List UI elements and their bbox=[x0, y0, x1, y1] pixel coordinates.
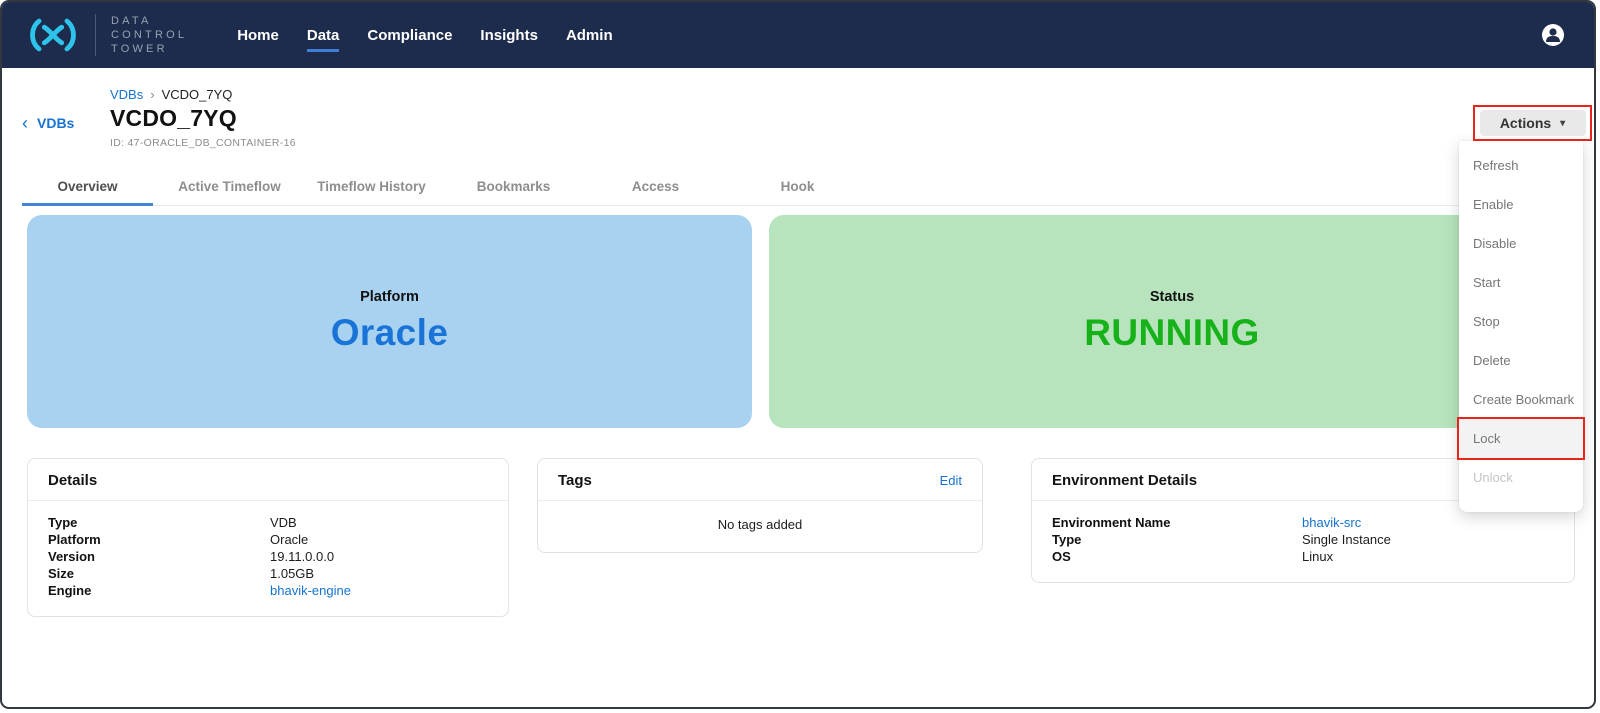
menu-item-lock[interactable]: Lock bbox=[1459, 419, 1583, 458]
platform-value: Oracle bbox=[331, 312, 449, 354]
menu-item-stop[interactable]: Stop bbox=[1459, 302, 1583, 341]
actions-button[interactable]: Actions ▾ bbox=[1480, 110, 1586, 136]
nav-item-compliance[interactable]: Compliance bbox=[367, 19, 452, 52]
page-header: ‹ VDBs VDBs › VCDO_7YQ VCDO_7YQ ID: 47-O… bbox=[2, 68, 1594, 173]
back-link-label: VDBs bbox=[37, 115, 74, 131]
brand-logo[interactable]: DATA CONTROL TOWER bbox=[26, 14, 187, 56]
status-value: RUNNING bbox=[1084, 312, 1259, 354]
menu-item-disable[interactable]: Disable bbox=[1459, 224, 1583, 263]
tab-active-timeflow[interactable]: Active Timeflow bbox=[164, 173, 295, 205]
breadcrumb-vdbs-link[interactable]: VDBs bbox=[110, 87, 143, 102]
entity-id: ID: 47-ORACLE_DB_CONTAINER-16 bbox=[110, 137, 296, 149]
tags-card: Tags Edit No tags added bbox=[537, 458, 983, 553]
tags-edit-link[interactable]: Edit bbox=[940, 473, 962, 488]
platform-card: Platform Oracle bbox=[27, 215, 752, 428]
details-row-platform: Platform Oracle bbox=[48, 531, 488, 548]
engine-link[interactable]: bhavik-engine bbox=[270, 582, 351, 599]
primary-nav: Home Data Compliance Insights Admin bbox=[237, 19, 612, 52]
menu-item-unlock[interactable]: Unlock bbox=[1459, 458, 1583, 497]
page-title: VCDO_7YQ bbox=[110, 105, 296, 132]
account-icon[interactable] bbox=[1540, 22, 1566, 48]
menu-item-enable[interactable]: Enable bbox=[1459, 185, 1583, 224]
actions-menu: Refresh Enable Disable Start Stop Delete… bbox=[1459, 141, 1583, 512]
menu-item-delete[interactable]: Delete bbox=[1459, 341, 1583, 380]
breadcrumb: VDBs › VCDO_7YQ bbox=[110, 87, 296, 102]
environment-row-type: Type Single Instance bbox=[1052, 531, 1554, 548]
details-row-version: Version 19.11.0.0.0 bbox=[48, 548, 488, 565]
brand-line: DATA bbox=[111, 14, 187, 28]
details-row-engine: Engine bhavik-engine bbox=[48, 582, 488, 599]
brand-divider bbox=[95, 14, 96, 56]
details-row-type: Type VDB bbox=[48, 514, 488, 531]
chevron-right-icon: › bbox=[150, 87, 154, 102]
nav-item-home[interactable]: Home bbox=[237, 19, 279, 52]
annotation-box-actions: Actions ▾ bbox=[1473, 105, 1592, 141]
chevron-down-icon: ▾ bbox=[1560, 118, 1565, 129]
environment-card-title: Environment Details bbox=[1052, 472, 1197, 489]
environment-name-link[interactable]: bhavik-src bbox=[1302, 514, 1361, 531]
tags-empty-text: No tags added bbox=[538, 501, 982, 552]
top-navbar: DATA CONTROL TOWER Home Data Compliance … bbox=[2, 2, 1594, 68]
details-card-title: Details bbox=[48, 472, 97, 489]
menu-item-create-bookmark[interactable]: Create Bookmark bbox=[1459, 380, 1583, 419]
status-card: Status RUNNING bbox=[769, 215, 1575, 428]
breadcrumb-current: VCDO_7YQ bbox=[162, 87, 233, 102]
tags-card-title: Tags bbox=[558, 472, 592, 489]
delphix-logo-icon bbox=[26, 14, 80, 56]
tab-bookmarks[interactable]: Bookmarks bbox=[448, 173, 579, 205]
environment-row-name: Environment Name bhavik-src bbox=[1052, 514, 1554, 531]
tab-access[interactable]: Access bbox=[590, 173, 721, 205]
nav-item-insights[interactable]: Insights bbox=[480, 19, 538, 52]
brand-line: CONTROL bbox=[111, 28, 187, 42]
back-to-vdbs-link[interactable]: ‹ VDBs bbox=[22, 115, 74, 131]
brand-line: TOWER bbox=[111, 42, 187, 56]
environment-row-os: OS Linux bbox=[1052, 548, 1554, 565]
menu-item-refresh[interactable]: Refresh bbox=[1459, 146, 1583, 185]
status-label: Status bbox=[1150, 289, 1194, 305]
tab-timeflow-history[interactable]: Timeflow History bbox=[306, 173, 437, 205]
chevron-left-icon: ‹ bbox=[22, 116, 28, 130]
brand-wordmark: DATA CONTROL TOWER bbox=[111, 14, 187, 56]
menu-item-start[interactable]: Start bbox=[1459, 263, 1583, 302]
details-card: Details Type VDB Platform Oracle Version… bbox=[27, 458, 509, 617]
tab-overview[interactable]: Overview bbox=[22, 173, 153, 206]
tab-hook[interactable]: Hook bbox=[732, 173, 863, 205]
actions-button-label: Actions bbox=[1500, 115, 1551, 131]
nav-item-admin[interactable]: Admin bbox=[566, 19, 613, 52]
app-window: DATA CONTROL TOWER Home Data Compliance … bbox=[0, 0, 1596, 709]
details-row-size: Size 1.05GB bbox=[48, 565, 488, 582]
nav-item-data[interactable]: Data bbox=[307, 19, 340, 52]
tab-bar: Overview Active Timeflow Timeflow Histor… bbox=[22, 173, 1575, 206]
platform-label: Platform bbox=[360, 289, 419, 305]
